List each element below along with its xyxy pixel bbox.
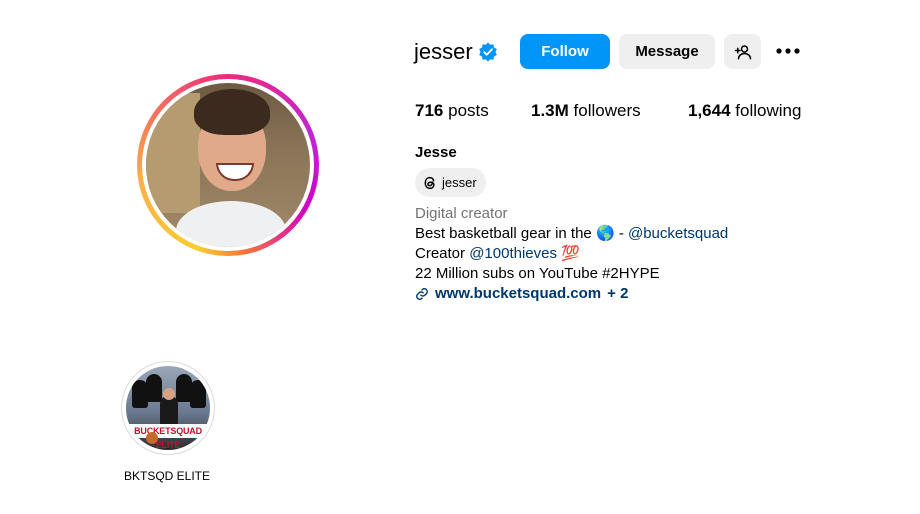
- more-options-icon: [776, 48, 800, 54]
- profile-external-link[interactable]: www.bucketsquad.com + 2: [415, 284, 628, 304]
- story-highlight[interactable]: BUCKETSQUAD ELITE: [121, 361, 215, 455]
- profile-full-name: Jesse: [415, 144, 457, 161]
- follow-button[interactable]: Follow: [520, 34, 610, 69]
- verified-badge-icon: [479, 42, 497, 62]
- avatar-hair: [194, 89, 270, 135]
- avatar-background: [146, 93, 200, 213]
- bio-line-2: Creator @100thieves 💯: [415, 244, 580, 264]
- posts-stat: 716 posts: [415, 100, 489, 122]
- globe-emoji: 🌎: [595, 225, 615, 243]
- bucketsquad-mention-link[interactable]: @bucketsquad: [628, 225, 728, 242]
- profile-username: jesser: [414, 39, 473, 64]
- suggest-similar-button[interactable]: [724, 34, 761, 69]
- bio-separator: -: [618, 225, 624, 242]
- posts-count: 716: [415, 101, 444, 120]
- 100thieves-mention-link[interactable]: @100thieves: [469, 245, 557, 262]
- following-label: following: [735, 101, 802, 120]
- followers-stat[interactable]: 1.3M followers: [531, 100, 641, 122]
- bio-line-2-text: Creator: [415, 245, 466, 262]
- basketball-graphic: [146, 432, 158, 444]
- following-count: 1,644: [688, 101, 731, 120]
- highlight-silhouette: [190, 380, 206, 408]
- posts-label: posts: [448, 101, 489, 120]
- hundred-points-emoji: 💯: [561, 245, 580, 263]
- add-user-icon: [734, 44, 751, 59]
- highlight-cover-image: BUCKETSQUAD ELITE: [126, 366, 210, 450]
- highlight-label[interactable]: BKTSQD ELITE: [100, 469, 234, 483]
- followers-label: followers: [573, 101, 641, 120]
- profile-category: Digital creator: [415, 205, 508, 222]
- bio-line-1: Best basketball gear in the 🌎 - @buckets…: [415, 224, 728, 244]
- highlight-banner-text: BUCKETSQUAD ELITE: [126, 424, 210, 450]
- followers-count: 1.3M: [531, 101, 569, 120]
- highlight-silhouette: [146, 374, 162, 402]
- bio-line-3: 22 Million subs on YouTube #2HYPE: [415, 265, 660, 282]
- threads-icon: [424, 176, 435, 189]
- following-stat[interactable]: 1,644 following: [688, 100, 801, 122]
- profile-avatar-ring[interactable]: [137, 74, 319, 256]
- message-button[interactable]: Message: [619, 34, 715, 69]
- threads-badge[interactable]: jesser: [415, 168, 486, 197]
- profile-avatar[interactable]: [146, 83, 310, 247]
- more-links-count: + 2: [607, 285, 629, 302]
- avatar-ring-gap: [142, 79, 314, 251]
- threads-handle: jesser: [442, 175, 477, 190]
- highlight-person-head: [163, 388, 175, 400]
- external-link-text: www.bucketsquad.com: [435, 285, 602, 302]
- link-icon: [416, 288, 428, 300]
- more-options-button[interactable]: [775, 40, 801, 62]
- bio-line-1-text: Best basketball gear in the: [415, 225, 592, 242]
